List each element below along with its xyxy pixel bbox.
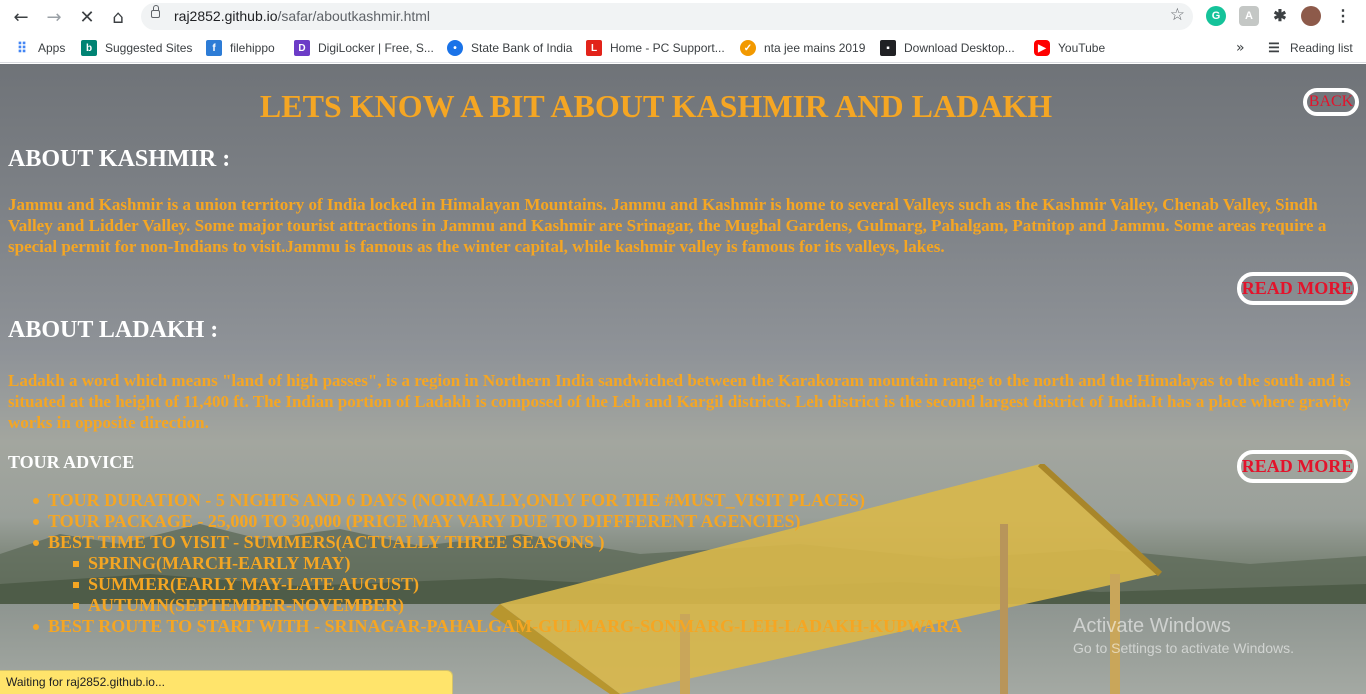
bookmark-youtube[interactable]: ▶ YouTube	[1034, 40, 1105, 56]
bookmark-sbi[interactable]: • State Bank of India	[447, 40, 572, 56]
kashmir-section-title: ABOUT KASHMIR :	[8, 146, 231, 172]
grammarly-extension-icon[interactable]: G	[1206, 6, 1226, 26]
home-icon[interactable]: ⌂	[105, 4, 131, 30]
back-button[interactable]: BACK	[1303, 88, 1359, 116]
bookmark-filehippo[interactable]: f filehippo	[206, 40, 275, 56]
season-list: SPRING(MARCH-EARLY MAY) SUMMER(EARLY MAY…	[48, 553, 962, 616]
bookmark-star-icon[interactable]: ☆	[1170, 5, 1185, 25]
tour-advice-list: TOUR DURATION - 5 NIGHTS AND 6 DAYS (NOR…	[32, 490, 963, 637]
bookmark-label: Suggested Sites	[105, 41, 193, 55]
reading-list-label: Reading list	[1290, 41, 1353, 55]
bookmark-label: State Bank of India	[471, 41, 573, 55]
reading-list-button[interactable]: ☰ Reading list	[1266, 40, 1353, 56]
page-viewport: LETS KNOW A BIT ABOUT KASHMIR AND LADAKH…	[0, 64, 1366, 694]
lock-icon	[151, 5, 160, 18]
bookmark-suggested-sites[interactable]: b Suggested Sites	[81, 40, 192, 56]
kashmir-read-more-button[interactable]: READ MORE	[1237, 272, 1358, 305]
browser-toolbar: ← → ✕ ⌂ raj2852.github.io/safar/aboutkas…	[0, 0, 1366, 33]
season-item: AUTUMN(SEPTEMBER-NOVEMBER)	[72, 595, 962, 616]
bookmark-nta-jee[interactable]: ✓ nta jee mains 2019	[740, 40, 865, 56]
ladakh-description: Ladakh a word which means "land of high …	[8, 371, 1351, 432]
season-item: SUMMER(EARLY MAY-LATE AUGUST)	[72, 574, 962, 595]
desktop-icon: ▪	[880, 40, 896, 56]
check-circle-icon: ✓	[740, 40, 756, 56]
loading-status-bar: Waiting for raj2852.github.io...	[0, 670, 453, 694]
bookmark-label: Home - PC Support...	[610, 41, 725, 55]
reading-list-icon: ☰	[1268, 40, 1280, 55]
sbi-icon: •	[447, 40, 463, 56]
list-item: BEST TIME TO VISIT - SUMMERS(ACTUALLY TH…	[32, 532, 962, 616]
windows-activation-watermark: Activate Windows Go to Settings to activ…	[1073, 615, 1294, 656]
list-item: BEST ROUTE TO START WITH - SRINAGAR-PAHA…	[32, 616, 963, 636]
digilocker-icon: D	[294, 40, 310, 56]
forward-arrow-icon[interactable]: →	[41, 4, 67, 30]
list-item: TOUR PACKAGE - 25,000 TO 30,000 (PRICE M…	[32, 511, 962, 532]
bookmark-label: DigiLocker | Free, S...	[318, 41, 434, 55]
extension-icon[interactable]: A	[1239, 6, 1259, 26]
bookmark-digilocker[interactable]: D DigiLocker | Free, S...	[294, 40, 434, 56]
address-bar[interactable]: raj2852.github.io/safar/aboutkashmir.htm…	[141, 3, 1193, 30]
watermark-subtitle: Go to Settings to activate Windows.	[1073, 640, 1294, 656]
bookmark-label: filehippo	[230, 41, 275, 55]
bookmark-label: nta jee mains 2019	[764, 41, 866, 55]
ladakh-read-more-button[interactable]: READ MORE	[1237, 450, 1358, 483]
best-time-label: BEST TIME TO VISIT - SUMMERS(ACTUALLY TH…	[48, 532, 605, 552]
bookmark-pc-support[interactable]: L Home - PC Support...	[586, 40, 725, 56]
bookmark-apps[interactable]: ⠿ Apps	[14, 39, 66, 56]
kashmir-description: Jammu and Kashmir is a union territory o…	[8, 195, 1327, 256]
bing-icon: b	[81, 40, 97, 56]
tour-advice-title: TOUR ADVICE	[8, 452, 135, 472]
menu-kebab-icon[interactable]: ⋮	[1333, 6, 1353, 26]
back-arrow-icon[interactable]: ←	[8, 4, 34, 30]
season-item: SPRING(MARCH-EARLY MAY)	[72, 553, 962, 574]
list-item: TOUR DURATION - 5 NIGHTS AND 6 DAYS (NOR…	[32, 490, 962, 511]
ladakh-section-title: ABOUT LADAKH :	[8, 317, 219, 343]
bookmarks-bar: ⠿ Apps b Suggested Sites f filehippo D D…	[0, 33, 1366, 63]
lenovo-icon: L	[586, 40, 602, 56]
bookmark-download-desktop[interactable]: ▪ Download Desktop...	[880, 40, 1015, 56]
page-title: LETS KNOW A BIT ABOUT KASHMIR AND LADAKH	[259, 88, 1053, 124]
bookmark-label: Download Desktop...	[904, 41, 1015, 55]
bookmark-label: Apps	[38, 41, 66, 55]
bookmark-label: YouTube	[1058, 41, 1106, 55]
page-content: LETS KNOW A BIT ABOUT KASHMIR AND LADAKH…	[0, 64, 1366, 694]
watermark-title: Activate Windows	[1073, 615, 1231, 637]
puzzle-extensions-icon[interactable]: ✱	[1270, 6, 1290, 26]
apps-grid-icon: ⠿	[16, 39, 28, 56]
stop-loading-icon[interactable]: ✕	[74, 4, 100, 30]
url-text: raj2852.github.io/safar/aboutkashmir.htm…	[174, 8, 431, 24]
chevron-more-icon[interactable]: »	[1236, 40, 1245, 56]
profile-avatar[interactable]	[1301, 6, 1321, 26]
youtube-icon: ▶	[1034, 40, 1050, 56]
filehippo-icon: f	[206, 40, 222, 56]
